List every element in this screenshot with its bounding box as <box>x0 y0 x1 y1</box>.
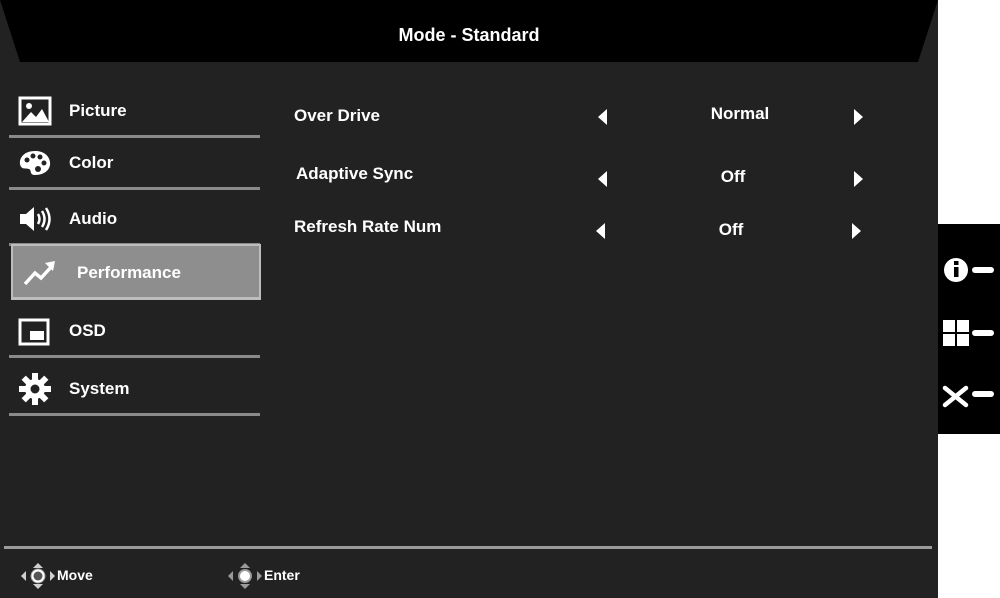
speaker-icon <box>20 207 51 231</box>
menu-item-audio[interactable]: Audio <box>9 196 260 246</box>
menu-item-system[interactable]: System <box>9 366 260 416</box>
hotkey-panel <box>938 224 1000 434</box>
gear-icon <box>19 373 51 405</box>
left-arrow-icon[interactable] <box>598 171 607 187</box>
left-arrow-icon[interactable] <box>598 109 607 125</box>
info-button[interactable] <box>942 252 998 288</box>
menu-item-label: Picture <box>69 101 127 120</box>
menu-item-osd[interactable]: OSD <box>9 308 260 358</box>
right-arrow-icon[interactable] <box>852 223 861 239</box>
menu-item-label: Performance <box>77 263 181 282</box>
option-over-drive[interactable]: Over Drive Normal <box>290 96 890 136</box>
page-title: Mode - Standard <box>398 25 540 45</box>
palette-icon <box>19 151 51 175</box>
move-label: Move <box>57 567 93 583</box>
dpad-move-icon <box>21 563 55 589</box>
option-label: Over Drive <box>294 106 380 125</box>
menu-item-label: Audio <box>69 209 118 228</box>
header-bar: Mode - Standard <box>0 0 938 62</box>
option-refresh-rate-num[interactable]: Refresh Rate Num Off <box>290 210 890 250</box>
exit-button[interactable] <box>942 378 998 414</box>
menu-item-label: OSD <box>69 321 106 340</box>
grid-menu-icon <box>943 320 994 346</box>
footer-divider <box>4 546 932 549</box>
option-adaptive-sync[interactable]: Adaptive Sync Off <box>290 157 890 197</box>
menu-button[interactable] <box>942 316 998 352</box>
menu-item-label: System <box>69 379 130 398</box>
right-arrow-icon[interactable] <box>854 171 863 187</box>
info-icon <box>944 258 994 282</box>
enter-label: Enter <box>264 567 300 583</box>
menu-item-picture[interactable]: Picture <box>9 88 260 138</box>
osd-menu: Mode - Standard Picture Color Audio Perf… <box>0 0 938 598</box>
right-arrow-icon[interactable] <box>854 109 863 125</box>
trending-up-icon <box>23 261 55 286</box>
menu-item-performance[interactable]: Performance <box>11 244 261 300</box>
option-value: Normal <box>710 104 770 123</box>
option-label: Adaptive Sync <box>296 164 414 183</box>
menu-item-label: Color <box>69 153 114 172</box>
option-label: Refresh Rate Num <box>294 217 442 236</box>
osd-window-icon <box>18 318 50 346</box>
menu-item-color[interactable]: Color <box>9 140 260 190</box>
option-value: Off <box>720 167 746 186</box>
picture-icon <box>18 96 52 126</box>
option-value: Off <box>718 220 744 239</box>
dpad-enter-icon <box>228 563 262 589</box>
close-icon <box>942 385 994 408</box>
left-arrow-icon[interactable] <box>596 223 605 239</box>
